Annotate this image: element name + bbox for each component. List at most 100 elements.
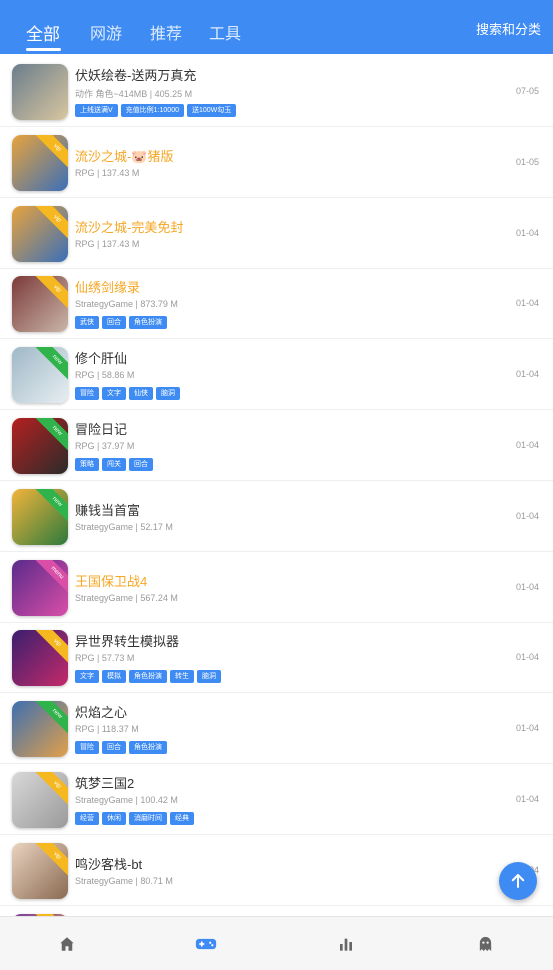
game-meta: RPG | 137.43 M xyxy=(75,167,140,178)
game-tag: 角色扮演 xyxy=(129,741,167,755)
game-icon[interactable] xyxy=(12,64,68,120)
game-tag: 送100W勾玉 xyxy=(186,104,237,117)
game-title: 王国保卫战4 xyxy=(75,573,148,589)
game-tag: 冒险 xyxy=(75,387,99,401)
game-title: 筑梦三国2 xyxy=(75,776,135,791)
game-icon-artwork xyxy=(12,64,68,120)
game-update-date: 01-04 xyxy=(515,652,539,663)
game-icon[interactable]: new xyxy=(12,418,68,474)
game-list-item[interactable]: vip 流沙之城-🐷猪版 RPG | 137.43 M 01-05 xyxy=(0,127,553,198)
game-list-item[interactable]: new 炽焰之心 RPG | 118.37 M 冒险 回合 角色扮演 01-04 xyxy=(0,693,553,765)
game-list-item[interactable]: menu 王国保卫战4 StrategyGame | 567.24 M 01-04 xyxy=(0,552,553,623)
bottom-navigation xyxy=(0,916,553,970)
game-update-date: 07-05 xyxy=(515,86,539,96)
game-icon[interactable]: vip xyxy=(12,630,68,687)
game-list-item[interactable]: vip 异世界转生模拟器 RPG | 57.73 M 文字 模拟 角色扮演 转生 脑洞 01-0… xyxy=(0,622,553,694)
top-app-bar: 全部 网游 推荐 工具 搜索和分类 xyxy=(0,0,553,54)
game-meta: StrategyGame | 80.71 M xyxy=(75,875,173,886)
game-meta: RPG | 57.73 M xyxy=(75,653,135,664)
game-title: 鸣沙客栈-bt xyxy=(75,856,143,872)
game-icon[interactable]: new xyxy=(12,488,68,545)
tab-all[interactable]: 全部 xyxy=(26,20,60,45)
game-tags: 策略 闯关 回合 xyxy=(75,458,153,471)
nav-ranking[interactable] xyxy=(335,933,357,955)
tab-tools[interactable]: 工具 xyxy=(209,20,241,44)
game-meta: RPG | 58.86 M xyxy=(75,370,135,381)
game-update-date: 01-04 xyxy=(515,369,539,380)
game-tag: 经典 xyxy=(170,812,194,825)
game-tags: 冒险 回合 角色扮演 xyxy=(75,741,167,755)
game-tag: 回合 xyxy=(102,741,126,755)
game-list-item[interactable]: new 冒险日记 RPG | 37.97 M 策略 闯关 回合 01-04 xyxy=(0,410,553,481)
game-icon[interactable]: menu xyxy=(12,559,68,616)
game-title: 伏妖绘卷-送两万真充 xyxy=(75,68,197,83)
game-title: 异世界转生模拟器 xyxy=(75,634,180,650)
tab-online-games[interactable]: 网游 xyxy=(90,20,122,44)
game-meta: RPG | 137.43 M xyxy=(75,238,140,249)
game-tag: 策略 xyxy=(75,458,99,471)
game-update-date: 01-04 xyxy=(515,298,539,309)
gamepad-icon xyxy=(195,938,217,950)
home-icon xyxy=(60,937,74,951)
scroll-to-top-button[interactable] xyxy=(499,862,537,900)
ghost-icon xyxy=(479,936,491,952)
game-update-date: 01-04 xyxy=(515,581,539,592)
game-title: 赚钱当首富 xyxy=(75,502,141,518)
game-update-date: 01-04 xyxy=(515,723,539,734)
game-meta: RPG | 118.37 M xyxy=(75,724,139,735)
game-tags: 冒险 文字 仙侠 脑洞 xyxy=(75,387,180,401)
nav-games[interactable] xyxy=(195,933,217,955)
game-icon[interactable]: new xyxy=(12,347,68,404)
game-tags: 上线送满V 充值比例1:10000 送100W勾玉 xyxy=(75,104,237,117)
bar-chart-icon xyxy=(340,938,352,951)
game-list-item[interactable]: new 赚钱当首富 StrategyGame | 52.17 M 01-04 xyxy=(0,481,553,552)
game-tag: 武侠 xyxy=(75,316,99,330)
game-icon[interactable]: vip xyxy=(12,205,68,262)
nav-profile[interactable] xyxy=(474,933,496,955)
game-tag: 消磨时间 xyxy=(129,812,167,825)
game-icon[interactable]: vip xyxy=(12,276,68,333)
active-tab-indicator xyxy=(26,48,61,51)
game-tag: 仙侠 xyxy=(129,387,153,401)
game-title: 冒险日记 xyxy=(75,422,128,437)
game-update-date: 01-04 xyxy=(515,227,539,238)
tab-recommended[interactable]: 推荐 xyxy=(150,20,182,44)
game-tag: 休闲 xyxy=(102,812,126,825)
game-icon[interactable]: new xyxy=(12,701,68,758)
game-list-item[interactable]: vip鸣沙客栈-btStrategyGame | 80.71 M01-04 xyxy=(0,835,553,906)
game-tag: 角色扮演 xyxy=(129,670,167,684)
game-update-date: 01-04 xyxy=(515,510,539,521)
game-update-date: 01-04 xyxy=(515,440,539,450)
game-tag: 闯关 xyxy=(102,458,126,471)
game-tag: 充值比例1:10000 xyxy=(120,104,184,117)
game-meta: StrategyGame | 873.79 M xyxy=(75,299,178,310)
game-tag: 文字 xyxy=(75,670,99,684)
game-list-item[interactable]: vip 筑梦三国2 StrategyGame | 100.42 M 经营 休闲 消磨时间经… xyxy=(0,764,553,835)
game-title: 炽焰之心 xyxy=(75,705,128,721)
search-and-category-button[interactable]: 搜索和分类 xyxy=(476,19,541,38)
nav-home[interactable] xyxy=(56,933,78,955)
game-title: 流沙之城-🐷猪版 xyxy=(75,148,174,164)
game-tag: 冒险 xyxy=(75,741,99,755)
game-tag: 脑洞 xyxy=(197,670,221,684)
game-list-item[interactable]: vip 仙绣剑缘录 StrategyGame | 873.79 M 武侠 回合 角色扮演 0… xyxy=(0,268,553,340)
game-meta: StrategyGame | 567.24 M xyxy=(75,592,178,603)
game-tag: 转生 xyxy=(170,670,194,684)
game-tag: 文字 xyxy=(102,387,126,401)
game-update-date: 01-05 xyxy=(515,156,539,167)
game-tag: 脑洞 xyxy=(156,387,180,401)
game-list[interactable]: 伏妖绘卷-送两万真充 动作 角色~414MB | 405.25 M 上线送满V 充值比… xyxy=(0,54,553,916)
game-list-item[interactable]: 伏妖绘卷-送两万真充 动作 角色~414MB | 405.25 M 上线送满V 充值比… xyxy=(0,56,553,127)
game-list-item[interactable]: vip 流沙之城-完美免封 RPG | 137.43 M 01-04 xyxy=(0,198,553,269)
game-icon[interactable]: vip xyxy=(12,772,68,828)
game-list-item[interactable]: vip xyxy=(0,906,553,916)
game-icon[interactable]: vip xyxy=(12,134,68,191)
game-icon[interactable]: vip xyxy=(12,842,68,899)
game-tag: 模拟 xyxy=(102,670,126,684)
game-tag: 回合 xyxy=(129,458,153,471)
arrow-up-icon xyxy=(511,874,525,888)
game-list-item[interactable]: new 修个肝仙 RPG | 58.86 M 冒险 文字 仙侠 脑洞 01-04 xyxy=(0,339,553,411)
game-title: 流沙之城-完美免封 xyxy=(75,219,184,235)
game-title: 仙绣剑缘录 xyxy=(75,280,141,296)
game-tag: 角色扮演 xyxy=(129,316,167,330)
